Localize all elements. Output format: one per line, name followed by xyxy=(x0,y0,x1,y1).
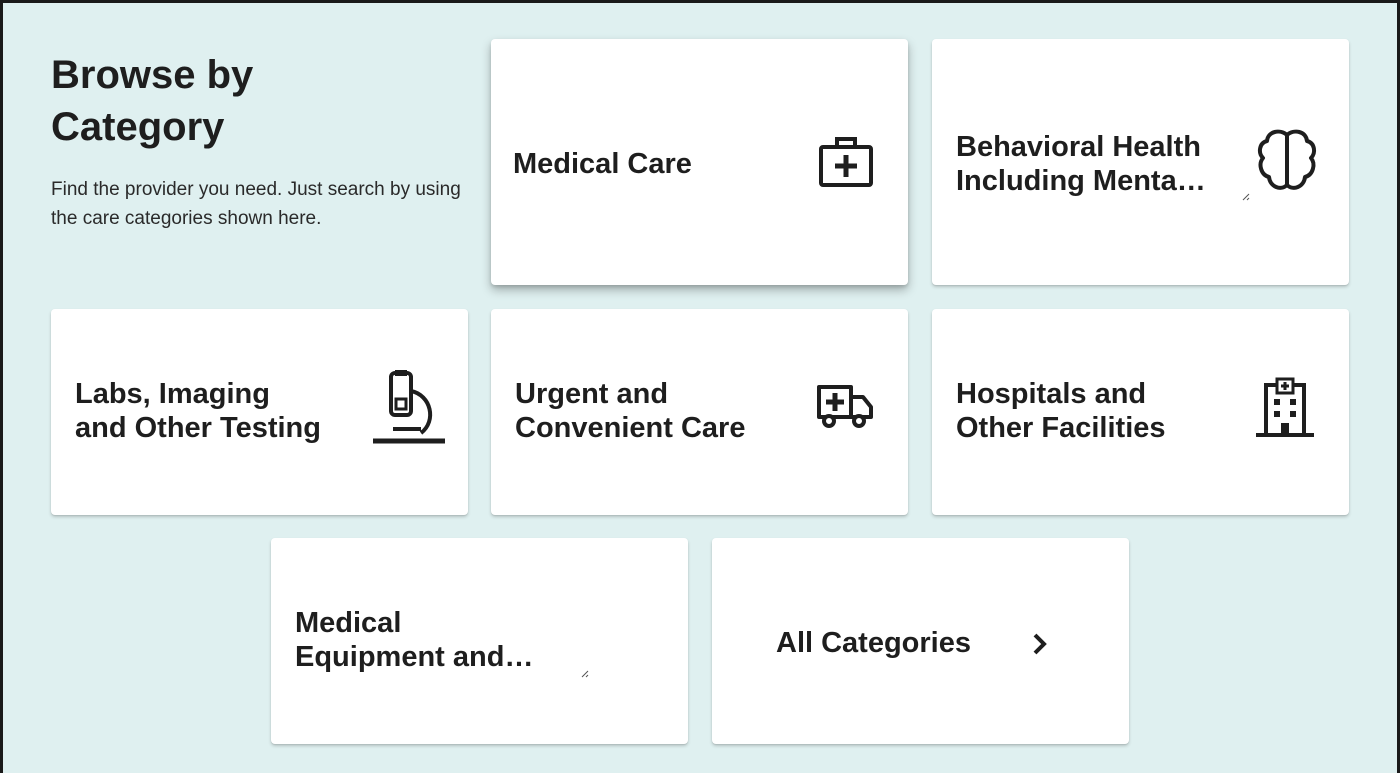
category-label: Urgent and Convenient Care xyxy=(515,378,746,444)
category-card-labs-imaging[interactable]: Labs, Imaging and Other Testing xyxy=(51,309,468,515)
category-label: Behavioral Health Including Menta… xyxy=(956,131,1206,197)
section-description: Find the provider you need. Just search … xyxy=(51,179,461,229)
truncation-resize-icon xyxy=(1242,193,1250,201)
browse-by-category-section: Browse by Category Find the provider you… xyxy=(0,0,1400,773)
hospital-building-icon xyxy=(1256,377,1314,437)
truncation-resize-icon xyxy=(581,670,589,678)
all-categories-button[interactable]: All Categories xyxy=(712,538,1129,744)
category-label: Hospitals and Other Facilities xyxy=(956,378,1166,444)
ambulance-icon xyxy=(817,385,873,428)
category-card-hospitals[interactable]: Hospitals and Other Facilities xyxy=(932,309,1349,515)
brain-icon xyxy=(1257,129,1317,190)
microscope-icon xyxy=(373,370,445,444)
category-card-medical-care[interactable]: Medical Care xyxy=(491,39,908,285)
category-card-medical-equipment[interactable]: Medical Equipment and… xyxy=(271,538,688,744)
intro-block: Browse by Category Find the provider you… xyxy=(51,49,471,233)
category-card-behavioral-health[interactable]: Behavioral Health Including Menta… xyxy=(932,39,1349,285)
category-label: Medical Equipment and… xyxy=(295,607,534,673)
category-card-urgent-care[interactable]: Urgent and Convenient Care xyxy=(491,309,908,515)
chevron-right-icon xyxy=(1033,633,1047,655)
category-label: Labs, Imaging and Other Testing xyxy=(75,378,321,444)
medical-kit-icon xyxy=(819,137,873,187)
section-title: Browse by Category xyxy=(51,53,254,149)
category-label: Medical Care xyxy=(513,148,692,180)
all-categories-label: All Categories xyxy=(776,627,971,659)
